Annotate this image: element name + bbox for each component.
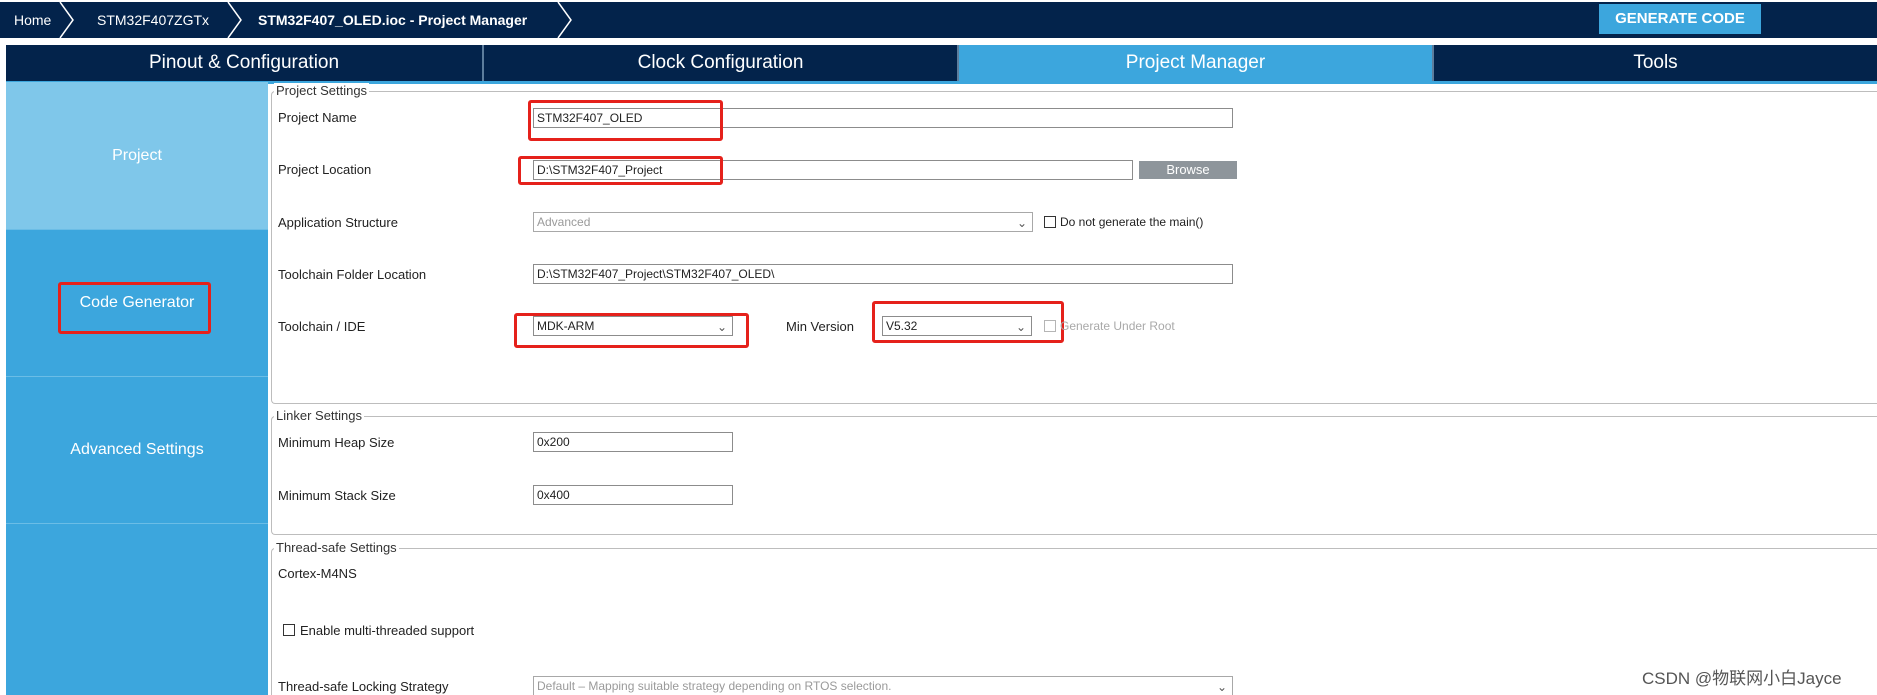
watermark: CSDN @物联网小白Jayce [1642,669,1842,688]
multithread-support-checkbox[interactable] [283,624,295,636]
do-not-generate-main-label: Do not generate the main() [1060,215,1204,229]
breadcrumb-device[interactable]: STM32F407ZGTx [97,2,209,38]
chevron-down-icon: ⌄ [1016,216,1027,230]
do-not-generate-main-checkbox[interactable] [1044,216,1056,228]
breadcrumb: Home STM32F407ZGTx STM32F407_OLED.ioc - … [0,2,1877,38]
tab-pinout-configuration[interactable]: Pinout & Configuration [6,45,482,81]
linker-settings-group [271,416,1877,535]
sidebar-item-advanced-settings[interactable]: Advanced Settings [6,377,268,523]
chevron-down-icon: ⌄ [716,320,727,334]
project-location-label: Project Location [278,162,372,177]
linker-settings-legend: Linker Settings [274,408,364,423]
generate-under-root-checkbox [1044,320,1056,332]
thread-safe-settings-group [271,548,1877,695]
breadcrumb-home[interactable]: Home [14,2,51,38]
breadcrumb-project[interactable]: STM32F407_OLED.ioc - Project Manager [258,2,527,38]
tab-clock-configuration[interactable]: Clock Configuration [484,45,957,81]
project-settings-group [271,91,1877,404]
toolchain-ide-select[interactable]: MDK-ARM ⌄ [533,316,733,336]
breadcrumb-separator-icon [59,2,74,38]
generate-under-root-label: Generate Under Root [1060,319,1175,333]
toolchain-ide-label: Toolchain / IDE [278,319,366,334]
chevron-down-icon: ⌄ [1015,320,1026,334]
breadcrumb-separator-icon [227,2,242,38]
sidebar-item-code-generator[interactable]: Code Generator [6,230,268,376]
toolchain-folder-label: Toolchain Folder Location [278,267,427,282]
application-structure-select: Advanced ⌄ [533,212,1033,232]
sidebar: Project Code Generator Advanced Settings [6,82,268,695]
project-name-label: Project Name [278,110,357,125]
tab-project-manager[interactable]: Project Manager [959,45,1432,81]
browse-button[interactable]: Browse [1139,161,1237,179]
toolchain-folder-field[interactable]: D:\STM32F407_Project\STM32F407_OLED\ [533,264,1233,284]
application-structure-value: Advanced [537,215,591,229]
locking-strategy-label: Thread-safe Locking Strategy [278,679,449,694]
project-settings-legend: Project Settings [274,83,370,98]
application-structure-label: Application Structure [278,215,398,230]
toolchain-ide-value: MDK-ARM [537,319,595,333]
locking-strategy-value: Default – Mapping suitable strategy depe… [537,679,892,693]
minimum-heap-size-field[interactable]: 0x200 [533,432,733,452]
tab-tools[interactable]: Tools [1434,45,1877,81]
thread-safe-settings-legend: Thread-safe Settings [274,540,399,555]
minimum-stack-size-field[interactable]: 0x400 [533,485,733,505]
main-tabs: Pinout & Configuration Clock Configurati… [6,45,1877,81]
generate-code-button[interactable]: GENERATE CODE [1599,4,1761,34]
sidebar-item-project[interactable]: Project [6,82,268,229]
sidebar-divider [6,523,268,524]
project-location-field[interactable]: D:\STM32F407_Project [533,160,1133,180]
cortex-core-label: Cortex-M4NS [278,566,357,581]
chevron-down-icon: ⌄ [1216,680,1227,694]
minimum-heap-size-label: Minimum Heap Size [278,435,395,450]
project-name-field[interactable]: STM32F407_OLED [533,108,1233,128]
minimum-stack-size-label: Minimum Stack Size [278,488,396,503]
locking-strategy-select: Default – Mapping suitable strategy depe… [533,676,1233,695]
min-version-label: Min Version [786,319,854,334]
breadcrumb-separator-icon [557,2,572,38]
min-version-select[interactable]: V5.32 ⌄ [882,316,1032,336]
min-version-value: V5.32 [886,319,918,333]
multithread-support-label: Enable multi-threaded support [300,623,475,638]
